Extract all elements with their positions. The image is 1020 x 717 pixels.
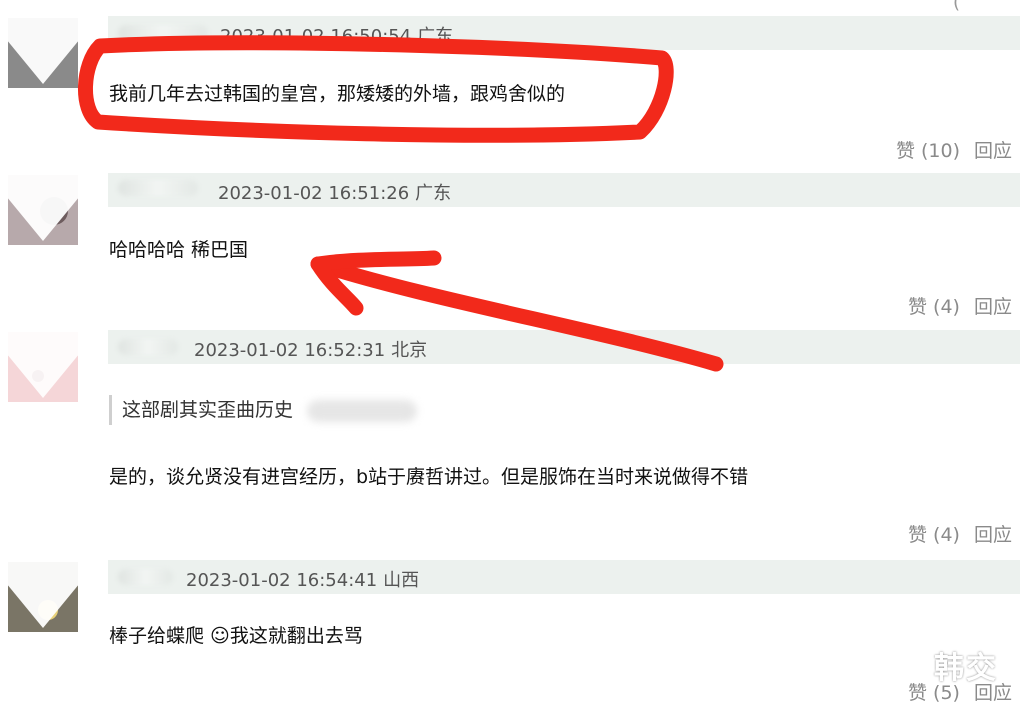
like-button[interactable]: 赞 (4) bbox=[908, 524, 960, 546]
comment-text: 棒子给蝶爬 ☺我这就翻出去骂 bbox=[109, 625, 363, 647]
quoted-comment: 这部剧其实歪曲历史 bbox=[109, 395, 418, 425]
comment-location: 广东 bbox=[417, 26, 454, 47]
comment-location: 山西 bbox=[383, 570, 420, 591]
comment-location: 北京 bbox=[391, 340, 428, 361]
comment-meta: 2023-01-02 16:51:26 广东 bbox=[218, 179, 451, 205]
comment-meta: 2023-01-02 16:52:31 北京 bbox=[194, 336, 427, 362]
cutoff-action-text: ( bbox=[952, 0, 960, 13]
comment-meta: 2023-01-02 16:50:54 广东 bbox=[220, 22, 453, 48]
avatar[interactable] bbox=[8, 18, 78, 88]
comment-timestamp: 2023-01-02 16:52:31 bbox=[194, 340, 386, 361]
like-button[interactable]: 赞 (4) bbox=[908, 296, 960, 318]
comment-text: 我前几年去过韩国的皇宫，那矮矮的外墙，跟鸡舍似的 bbox=[109, 83, 566, 105]
watermark-logo: 韩交 bbox=[934, 651, 998, 686]
username-redacted bbox=[118, 339, 178, 355]
username-redacted bbox=[118, 25, 208, 41]
reply-button[interactable]: 回应 bbox=[974, 296, 1012, 318]
username-redacted bbox=[118, 569, 173, 585]
reply-button[interactable]: 回应 bbox=[974, 524, 1012, 546]
avatar[interactable] bbox=[8, 562, 78, 632]
comment-actions: 赞 (4) 回应 bbox=[908, 292, 1012, 319]
avatar-mask-icon bbox=[8, 332, 78, 402]
avatar-mask-icon bbox=[8, 175, 78, 245]
comment-text: 是的，谈允贤没有进宫经历，b站于赓哲讲过。但是服饰在当时来说做得不错 bbox=[109, 466, 749, 488]
username-redacted bbox=[118, 180, 198, 196]
comment-location: 广东 bbox=[415, 183, 452, 204]
avatar[interactable] bbox=[8, 175, 78, 245]
avatar[interactable] bbox=[8, 332, 78, 402]
avatar-mask-icon bbox=[8, 18, 78, 88]
comment-actions: 赞 (4) 回应 bbox=[908, 520, 1012, 547]
arrow-head bbox=[310, 250, 442, 316]
comment-timestamp: 2023-01-02 16:54:41 bbox=[186, 570, 378, 591]
comment-meta: 2023-01-02 16:54:41 山西 bbox=[186, 566, 419, 592]
comment-timestamp: 2023-01-02 16:51:26 bbox=[218, 183, 410, 204]
quoted-text: 这部剧其实歪曲历史 bbox=[122, 399, 294, 421]
reply-button[interactable]: 回应 bbox=[974, 140, 1012, 162]
comment-actions: 赞 (10) 回应 bbox=[896, 136, 1012, 163]
comment-timestamp: 2023-01-02 16:50:54 bbox=[220, 26, 412, 47]
like-button[interactable]: 赞 (10) bbox=[896, 140, 960, 162]
quote-author-redacted bbox=[307, 399, 418, 422]
comment-text: 哈哈哈哈 稀巴国 bbox=[109, 239, 249, 261]
avatar-mask-icon bbox=[8, 562, 78, 632]
